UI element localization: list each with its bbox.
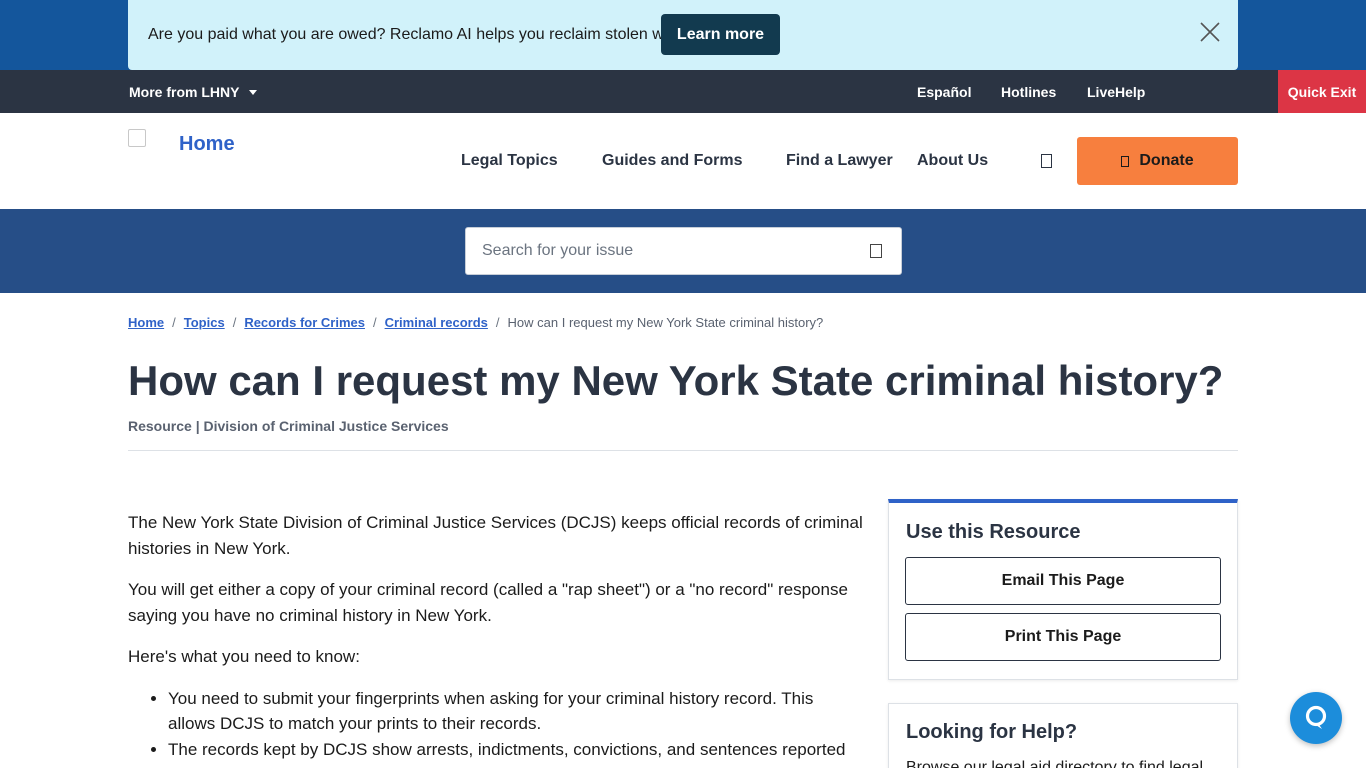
main-header: Home Legal Topics Guides and Forms Find … <box>0 113 1366 209</box>
breadcrumb-separator: / <box>372 315 377 330</box>
divider <box>128 450 1238 451</box>
use-resource-title: Use this Resource <box>906 521 1081 543</box>
nav-legal-topics[interactable]: Legal Topics <box>461 152 558 170</box>
utility-bar: More from LHNY Español Hotlines LiveHelp… <box>0 70 1366 113</box>
paragraph: Here's what you need to know: <box>128 647 360 666</box>
breadcrumb-home[interactable]: Home <box>128 315 164 330</box>
breadcrumb-separator: / <box>495 315 500 330</box>
livehelp-link[interactable]: LiveHelp <box>1087 84 1145 100</box>
use-resource-card: Use this Resource Email This Page Print … <box>888 499 1238 680</box>
more-from-lhny-dropdown[interactable]: More from LHNY <box>129 84 258 100</box>
announcement-band: Are you paid what you are owed? Reclamo … <box>0 0 1366 70</box>
espanol-link[interactable]: Español <box>917 84 971 100</box>
nav-find-a-lawyer[interactable]: Find a Lawyer <box>786 152 893 170</box>
email-page-button[interactable]: Email This Page <box>905 557 1221 605</box>
nav-about-us[interactable]: About Us <box>917 152 988 170</box>
breadcrumb-separator: / <box>172 315 176 330</box>
looking-for-help-card: Looking for Help? Browse our legal aid d… <box>888 703 1238 768</box>
article-body: The New York State Division of Criminal … <box>128 510 863 762</box>
search-toggle-icon[interactable] <box>1041 154 1052 168</box>
search-icon[interactable] <box>870 244 882 258</box>
paragraph: You will get either a copy of your crimi… <box>128 580 848 625</box>
donate-icon <box>1121 155 1130 167</box>
bullet-list: You need to submit your fingerprints whe… <box>168 686 863 763</box>
breadcrumb: Home / Topics / Records for Crimes / Cri… <box>128 315 823 330</box>
donate-label: Donate <box>1139 152 1194 169</box>
chat-button[interactable] <box>1290 692 1342 744</box>
breadcrumb-records-for-crimes[interactable]: Records for Crimes <box>244 315 365 330</box>
announcement-text: Are you paid what you are owed? Reclamo … <box>148 26 703 43</box>
paragraph: The New York State Division of Criminal … <box>128 513 863 558</box>
breadcrumb-separator: / <box>232 315 237 330</box>
help-text: Browse our legal aid directory to find l… <box>906 759 1204 768</box>
caret-down-icon <box>249 89 258 95</box>
logo-home-link[interactable]: Home <box>179 133 235 156</box>
logo-image[interactable] <box>128 129 146 147</box>
more-from-lhny-label: More from LHNY <box>129 84 240 100</box>
chat-icon <box>1305 705 1327 729</box>
list-item: The records kept by DCJS show arrests, i… <box>168 737 863 763</box>
learn-more-button[interactable]: Learn more <box>661 14 780 55</box>
breadcrumb-criminal-records[interactable]: Criminal records <box>385 315 488 330</box>
help-title: Looking for Help? <box>906 721 1078 743</box>
page-title: How can I request my New York State crim… <box>128 357 1224 404</box>
print-page-button[interactable]: Print This Page <box>905 613 1221 661</box>
search-box <box>465 227 902 275</box>
close-icon[interactable] <box>1200 22 1220 42</box>
search-input[interactable] <box>482 228 862 274</box>
hotlines-link[interactable]: Hotlines <box>1001 84 1056 100</box>
quick-exit-button[interactable]: Quick Exit <box>1278 70 1366 113</box>
search-band <box>0 209 1366 293</box>
breadcrumb-current: How can I request my New York State crim… <box>507 315 824 330</box>
list-item: You need to submit your fingerprints whe… <box>168 686 863 737</box>
nav-guides-and-forms[interactable]: Guides and Forms <box>602 152 742 170</box>
announcement-banner: Are you paid what you are owed? Reclamo … <box>128 0 1238 70</box>
breadcrumb-topics[interactable]: Topics <box>184 315 225 330</box>
page-subtitle: Resource | Division of Criminal Justice … <box>128 418 449 434</box>
donate-button[interactable]: Donate <box>1077 137 1238 185</box>
